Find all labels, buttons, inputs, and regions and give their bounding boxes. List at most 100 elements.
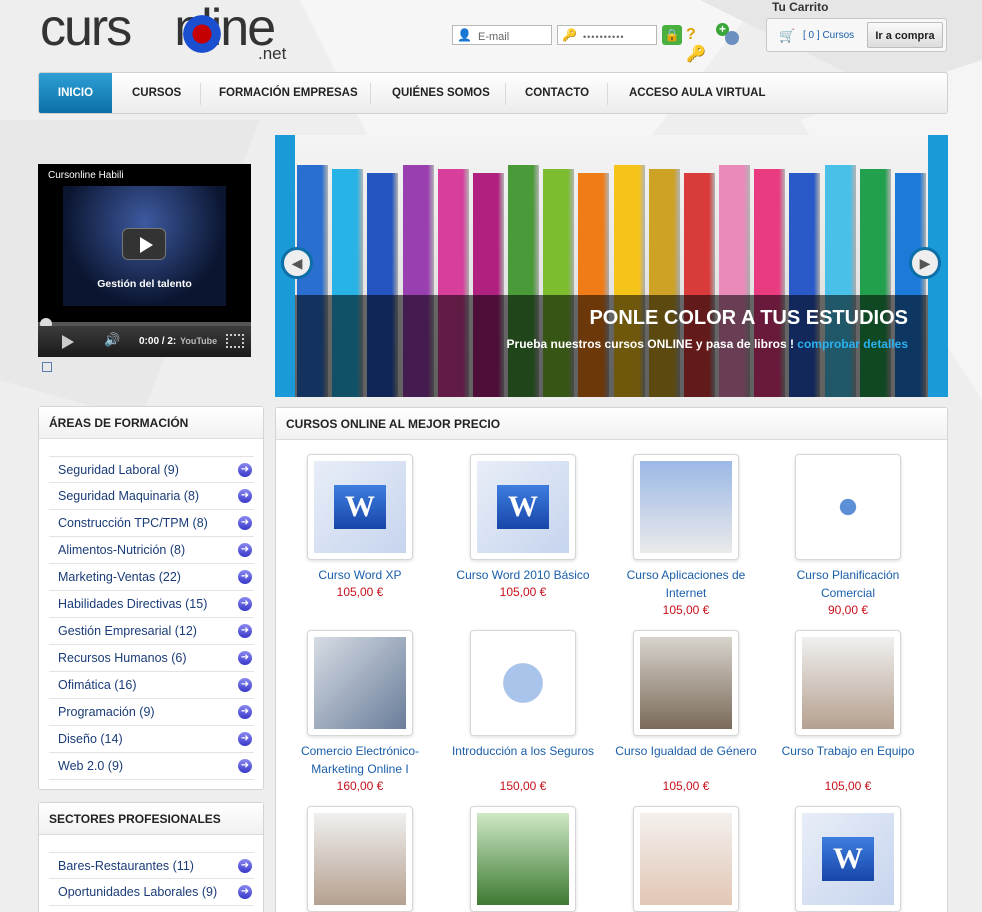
course-thumbnail[interactable] <box>470 630 576 736</box>
course-thumbnail[interactable] <box>795 454 901 560</box>
course-thumbnail[interactable] <box>633 806 739 912</box>
category-item[interactable]: Programación (9) ➜ <box>49 699 254 726</box>
nav-contacto[interactable]: CONTACTO <box>525 73 589 113</box>
category-item[interactable]: Gestión Empresarial (12) ➜ <box>49 618 254 645</box>
arrow-right-icon[interactable]: ➜ <box>238 463 252 477</box>
logo-o-icon <box>180 12 224 56</box>
arrow-right-icon[interactable]: ➜ <box>238 885 252 899</box>
arrow-right-icon[interactable]: ➜ <box>238 678 252 692</box>
arrow-right-icon[interactable]: ➜ <box>238 859 252 873</box>
forgot-password-icon[interactable]: ?🔑 <box>686 25 712 63</box>
course-thumbnail[interactable] <box>307 630 413 736</box>
sectors-list: Bares-Restaurantes (11) ➜ Oportunidades La… <box>49 852 254 906</box>
cart-count[interactable]: [ 0 ] Cursos <box>803 30 854 41</box>
user-icon: 👤 <box>457 28 472 42</box>
course-thumbnail[interactable]: W <box>470 454 576 560</box>
word-w-icon: W <box>497 485 549 529</box>
category-item[interactable]: Marketing-Ventas (22) ➜ <box>49 564 254 591</box>
volume-icon[interactable]: 🔊 <box>104 332 120 348</box>
course-name[interactable]: Curso Planificación Comercial <box>768 566 928 602</box>
login-lock-button[interactable]: 🔒 <box>662 25 682 45</box>
category-item[interactable]: Oportunidades Laborales (9) ➜ <box>49 879 254 906</box>
arrow-right-icon[interactable]: ➜ <box>238 624 252 638</box>
category-item[interactable]: Bares-Restaurantes (11) ➜ <box>49 852 254 879</box>
course-thumbnail[interactable] <box>307 806 413 912</box>
slider-prev-button[interactable]: ◀ <box>281 247 313 279</box>
ecommerce-image <box>314 637 406 729</box>
category-item[interactable]: Diseño (14) ➜ <box>49 726 254 753</box>
arrow-right-icon[interactable]: ➜ <box>238 597 252 611</box>
slider-details-link[interactable]: comprobar detalles <box>797 337 908 351</box>
course-name[interactable]: Curso Aplicaciones de Internet <box>606 566 766 602</box>
arrow-right-icon[interactable]: ➜ <box>238 705 252 719</box>
areas-panel: ÁREAS DE FORMACIÓN Seguridad Laboral (9)… <box>38 406 264 790</box>
category-label: Marketing-Ventas (22) <box>58 570 181 584</box>
arrow-right-icon[interactable]: ➜ <box>238 543 252 557</box>
register-user-icon[interactable]: + <box>716 23 742 47</box>
category-label: Programación (9) <box>58 705 155 719</box>
course-name[interactable]: Comercio Electrónico-Marketing Online I <box>280 742 440 778</box>
slider-next-button[interactable]: ▶ <box>909 247 941 279</box>
course-price: 105,00 € <box>662 779 710 793</box>
cart-icon: 🛒 <box>779 28 796 43</box>
slider-headline: PONLE COLOR A TUS ESTUDIOS <box>589 307 908 329</box>
arrow-right-icon[interactable]: ➜ <box>238 732 252 746</box>
areas-title: ÁREAS DE FORMACIÓN <box>39 407 263 439</box>
course-thumbnail[interactable] <box>633 454 739 560</box>
category-label: Recursos Humanos (6) <box>58 651 187 665</box>
arrow-right-icon[interactable]: ➜ <box>238 759 252 773</box>
nav-formacion-empresas[interactable]: FORMACIÓN EMPRESAS <box>219 73 358 113</box>
youtube-icon[interactable]: YouTube <box>180 336 217 346</box>
course-price: 105,00 € <box>824 779 872 793</box>
category-item[interactable]: Seguridad Laboral (9) ➜ <box>49 456 254 483</box>
course-price: 105,00 € <box>499 585 547 599</box>
course-thumbnail[interactable] <box>795 630 901 736</box>
course-name[interactable]: Curso Trabajo en Equipo <box>768 742 928 760</box>
play-icon[interactable] <box>62 335 74 349</box>
category-label: Gestión Empresarial (12) <box>58 624 197 638</box>
category-item[interactable]: Construcción TPC/TPM (8) ➜ <box>49 510 254 537</box>
category-item[interactable]: Seguridad Maquinaria (8) ➜ <box>49 483 254 510</box>
fullscreen-icon[interactable] <box>226 334 244 348</box>
courses-title: CURSOS ONLINE AL MEJOR PRECIO <box>276 408 947 440</box>
courses-panel: CURSOS ONLINE AL MEJOR PRECIO W Curso Wor… <box>275 407 948 912</box>
slider-caption: PONLE COLOR A TUS ESTUDIOS Prueba nuestr… <box>295 295 928 397</box>
popout-icon[interactable] <box>42 362 52 372</box>
password-field[interactable]: 🔑 •••••••••• <box>557 25 657 45</box>
video-play-button[interactable] <box>122 228 166 260</box>
video-overlay-text: Gestión del talento <box>97 278 192 290</box>
course-name[interactable]: Curso Word 2010 Básico <box>443 566 603 584</box>
nav-inicio[interactable]: INICIO <box>39 73 112 113</box>
nav-acceso-aula-virtual[interactable]: ACCESO AULA VIRTUAL <box>629 73 766 113</box>
course-name[interactable]: Curso Igualdad de Género <box>606 742 766 760</box>
email-field[interactable]: 👤 E-mail <box>452 25 552 45</box>
category-label: Habilidades Directivas (15) <box>58 597 208 611</box>
course-thumbnail[interactable]: W <box>795 806 901 912</box>
arrow-right-icon[interactable]: ➜ <box>238 516 252 530</box>
category-label: Web 2.0 (9) <box>58 759 124 773</box>
category-item[interactable]: Web 2.0 (9) ➜ <box>49 753 254 780</box>
video-player[interactable]: Cursonline Habili Gestión del talento 🔊 … <box>38 164 251 357</box>
arrow-right-icon[interactable]: ➜ <box>238 570 252 584</box>
truck-image <box>477 813 569 905</box>
course-price: 150,00 € <box>499 779 547 793</box>
category-item[interactable]: Alimentos-Nutrición (8) ➜ <box>49 537 254 564</box>
course-name[interactable]: Curso Word XP <box>280 566 440 584</box>
site-logo[interactable]: curs nline .net <box>40 0 300 63</box>
nav-quienes-somos[interactable]: QUIÉNES SOMOS <box>392 73 490 113</box>
go-to-checkout-button[interactable]: Ir a compra <box>867 22 943 48</box>
category-item[interactable]: Recursos Humanos (6) ➜ <box>49 645 254 672</box>
nav-cursos[interactable]: CURSOS <box>132 73 181 113</box>
category-item[interactable]: Habilidades Directivas (15) ➜ <box>49 591 254 618</box>
course-thumbnail[interactable] <box>470 806 576 912</box>
arrow-right-icon[interactable]: ➜ <box>238 489 252 503</box>
course-thumbnail[interactable]: W <box>307 454 413 560</box>
category-label: Seguridad Laboral (9) <box>58 463 179 477</box>
category-label: Diseño (14) <box>58 732 123 746</box>
course-thumbnail[interactable] <box>633 630 739 736</box>
word-w-icon: W <box>334 485 386 529</box>
word-w-icon: W <box>822 837 874 881</box>
category-item[interactable]: Ofimática (16) ➜ <box>49 672 254 699</box>
course-name[interactable]: Introducción a los Seguros <box>443 742 603 760</box>
arrow-right-icon[interactable]: ➜ <box>238 651 252 665</box>
